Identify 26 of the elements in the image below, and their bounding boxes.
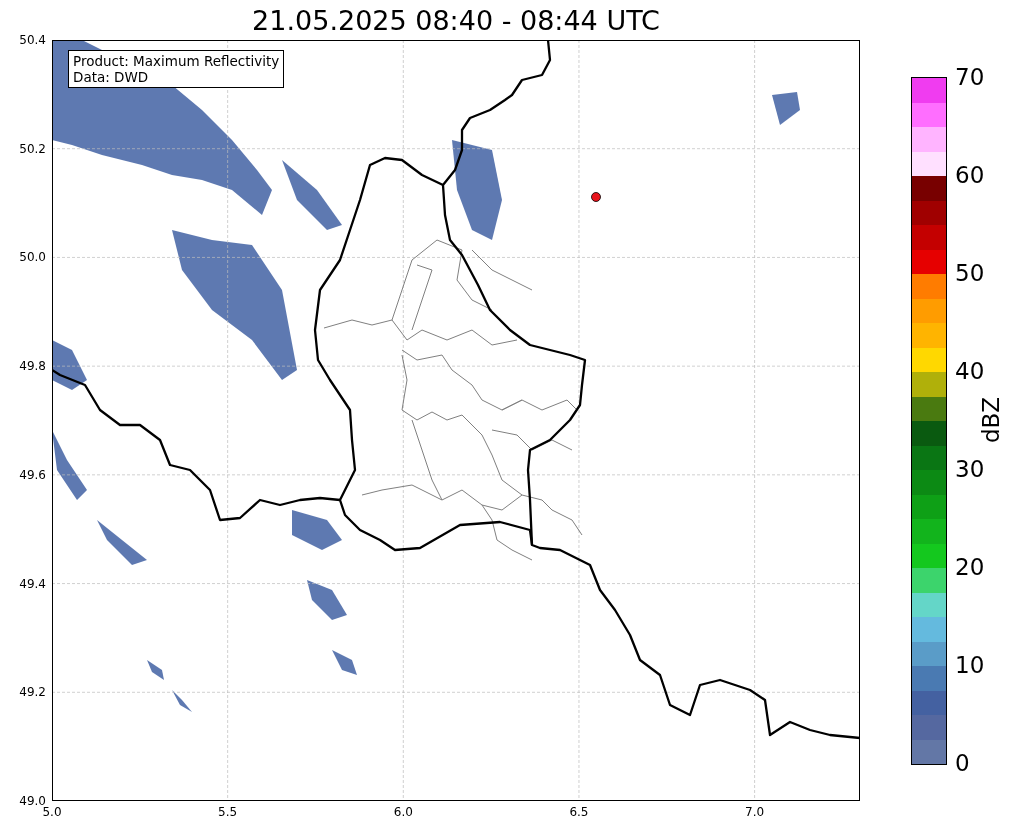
chart-title: 21.05.2025 08:40 - 08:44 UTC [251, 4, 661, 38]
x-tick-label: 6.5 [568, 805, 590, 819]
colorbar-tick-label: 50 [955, 259, 985, 287]
y-tick-label: 50.2 [19, 140, 46, 157]
y-tick-label: 50.4 [19, 32, 46, 48]
colorbar-tick-label: 10 [955, 651, 985, 679]
x-tick-label: 5.0 [41, 805, 63, 819]
colorbar-tick-label: 30 [955, 455, 985, 483]
colorbar-tick-label: 40 [955, 357, 985, 385]
info-text: Product: Maximum Reflectivity [73, 53, 280, 69]
y-tick-label: 49.8 [19, 358, 46, 375]
location-marker [591, 192, 601, 202]
x-tick-label: 7.0 [744, 805, 766, 819]
y-tick-label: 49.4 [19, 575, 46, 592]
colorbar-tick-label: 20 [955, 553, 985, 581]
x-tick-label: 6.0 [392, 805, 414, 819]
colorbar-tick-label: 70 [955, 63, 985, 91]
y-tick-label: 49.6 [19, 466, 46, 483]
colorbar-tick-label: 60 [955, 161, 985, 189]
x-tick-label: 5.5 [217, 805, 239, 819]
y-tick-label: 49.2 [19, 684, 46, 701]
info-text: Data: DWD [73, 69, 150, 85]
colorbar-tick-label: 0 [955, 749, 971, 777]
y-tick-label: 49.0 [19, 793, 46, 808]
y-tick-label: 50.0 [19, 249, 46, 266]
colorbar-label: dBZ [978, 396, 1005, 444]
